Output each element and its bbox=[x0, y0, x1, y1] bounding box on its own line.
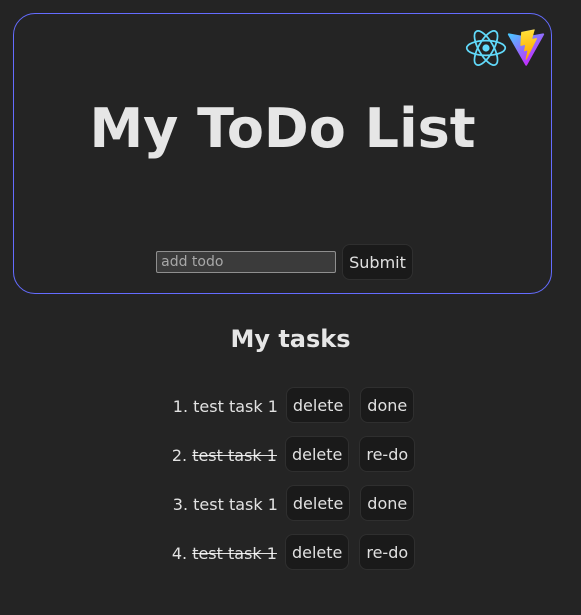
task-label: test task 1 bbox=[193, 495, 278, 514]
task-index: 4. bbox=[171, 544, 188, 563]
task-index: 3. bbox=[172, 495, 189, 514]
submit-button[interactable]: Submit bbox=[342, 244, 413, 280]
delete-button[interactable]: delete bbox=[285, 485, 351, 521]
tasks-heading: My tasks bbox=[230, 325, 351, 353]
task-text: 3. test task 1 bbox=[173, 485, 278, 525]
task-index: 2. bbox=[171, 446, 188, 465]
delete-button[interactable]: delete bbox=[284, 436, 350, 472]
task-list: 1. test task 1 delete done 2. test task … bbox=[0, 387, 581, 583]
header-card: My ToDo List Submit bbox=[13, 13, 552, 294]
delete-button[interactable]: delete bbox=[284, 534, 350, 570]
delete-button[interactable]: delete bbox=[285, 387, 351, 423]
task-item: 1. test task 1 delete done bbox=[0, 387, 581, 436]
task-index: 1. bbox=[172, 397, 189, 416]
task-label: test task 1 bbox=[193, 397, 278, 416]
task-label: test task 1 bbox=[192, 446, 277, 465]
task-item: 3. test task 1 delete done bbox=[0, 485, 581, 534]
task-label: test task 1 bbox=[192, 544, 277, 563]
redo-button[interactable]: re-do bbox=[359, 436, 416, 472]
task-text: 4. test task 1 bbox=[172, 534, 277, 574]
task-item: 2. test task 1 delete re-do bbox=[0, 436, 581, 485]
add-todo-form: Submit bbox=[14, 244, 551, 280]
page-title: My ToDo List bbox=[89, 97, 476, 160]
vite-logo-icon[interactable] bbox=[507, 29, 545, 67]
task-text: 2. test task 1 bbox=[172, 436, 277, 476]
task-text: 1. test task 1 bbox=[173, 387, 278, 427]
task-item: 4. test task 1 delete re-do bbox=[0, 534, 581, 583]
logo-group bbox=[465, 28, 545, 68]
done-button[interactable]: done bbox=[360, 387, 415, 423]
done-button[interactable]: done bbox=[360, 485, 415, 521]
redo-button[interactable]: re-do bbox=[359, 534, 416, 570]
react-logo-icon[interactable] bbox=[465, 28, 507, 68]
add-todo-input[interactable] bbox=[156, 251, 337, 273]
